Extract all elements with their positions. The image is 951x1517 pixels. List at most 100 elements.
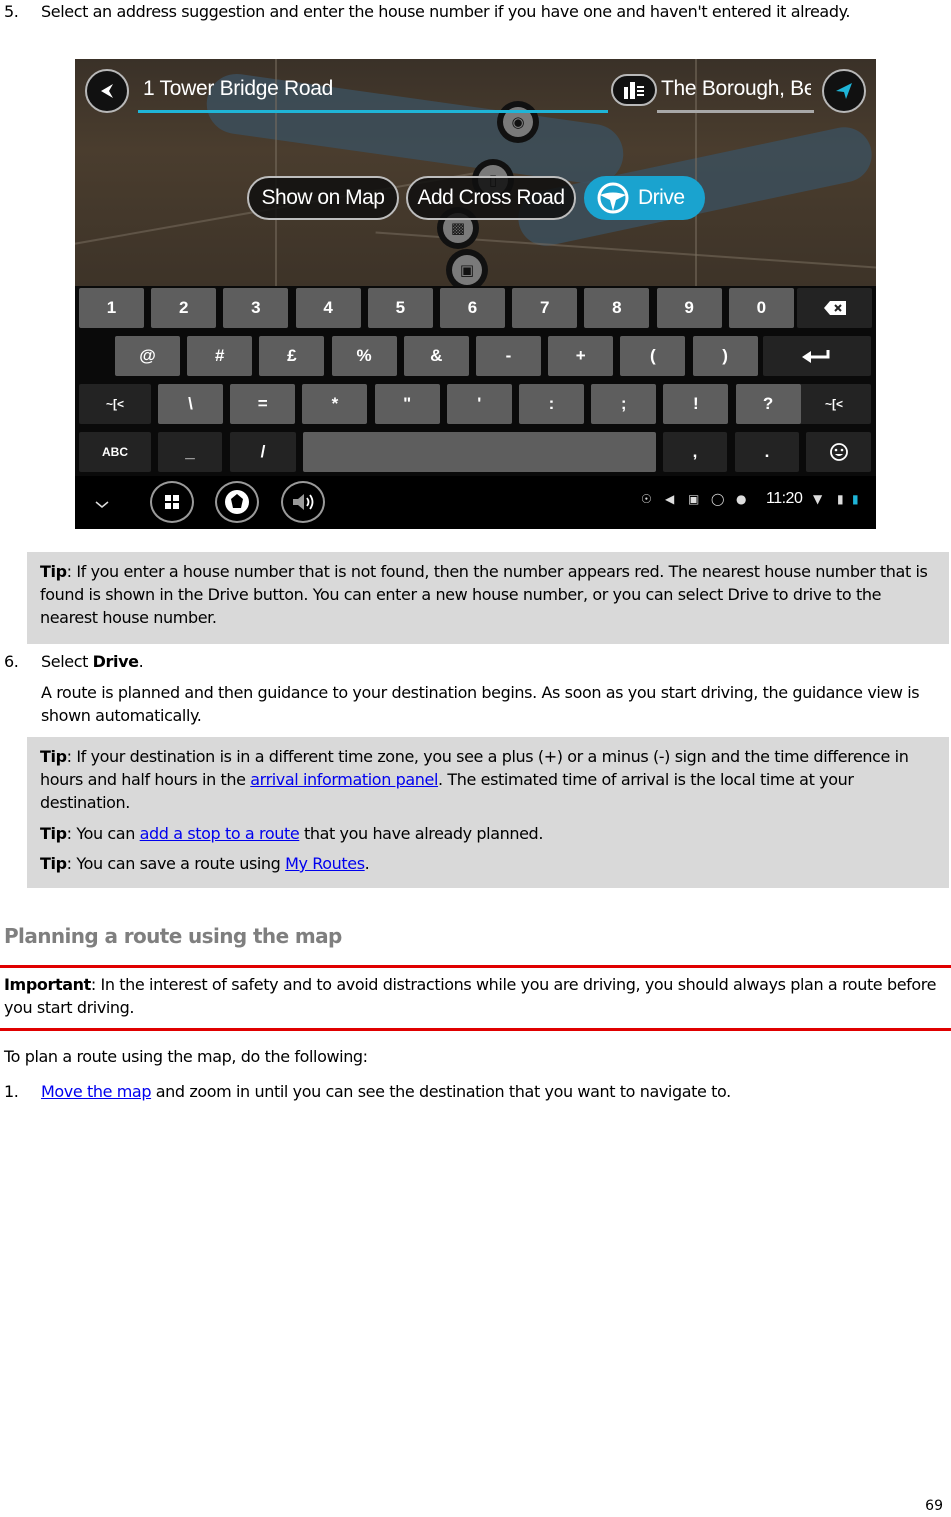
location-input[interactable]: The Borough, Be [661,77,811,101]
aperture-icon [225,490,249,514]
smiley-icon [829,443,848,461]
add-stop-to-route-link[interactable]: add a stop to a route [140,824,300,843]
location-type-button[interactable] [611,74,657,106]
back-arrow-icon [101,84,113,98]
key-symbol[interactable]: " [374,384,440,424]
key-3[interactable]: 4 [295,288,361,328]
hide-keyboard-button[interactable] [95,494,109,508]
abc-key[interactable]: ABC [79,432,151,472]
apps-button[interactable] [150,481,194,523]
comma-key[interactable]: , [663,432,727,472]
key-5[interactable]: 6 [440,288,505,328]
key-4[interactable]: 5 [367,288,433,328]
navigation-arrow-icon [836,83,852,99]
wifi-icon: ▼ [813,492,823,506]
key-symbol[interactable]: - [476,336,541,376]
section-heading: Planning a route using the map [4,924,342,948]
step-text-bold: Drive [92,652,139,671]
key-symbol[interactable]: # [187,336,253,376]
key-symbol[interactable]: * [302,384,368,424]
key-2[interactable]: 3 [223,288,289,328]
tip-label: Tip [40,854,67,873]
symbol-toggle-key-right[interactable]: ~[< [797,384,871,424]
tip-label: Tip [40,824,67,843]
android-icon: ● [736,492,747,506]
key-1[interactable]: 2 [151,288,217,328]
enter-icon [802,350,830,363]
arrival-information-panel-link[interactable]: arrival information panel [250,770,438,789]
tip-add-stop: Tip: You can add a stop to a route that … [40,822,937,845]
slash-key[interactable]: / [230,432,296,472]
tip-my-routes: Tip: You can save a route using My Route… [40,852,937,875]
key-9[interactable]: 0 [728,288,794,328]
speaker-icon [293,494,314,510]
tip-text: . [364,854,370,873]
key-symbol[interactable]: ( [620,336,686,376]
current-location-button[interactable] [822,69,866,113]
step-number: 1. [4,1082,19,1101]
key-symbol[interactable]: @ [115,336,180,376]
android-nav-bar: ☉ ◀ ▣ ◯ ● 11:20 ▼ ▮ ▮ [75,476,876,529]
step-text: Select Drive. [41,650,949,673]
tip-house-number: Tip: If you enter a house number that is… [40,560,937,629]
important-label: Important [4,975,91,994]
tip-label: Tip [40,562,67,581]
on-screen-keyboard: ~[< ~[< ABC _ / , . 1 2 3 4 5 6 7 8 9 0 @ # £% & - +() \… [75,286,876,476]
step-text: Move the map and zoom in until you can s… [41,1080,949,1103]
gps-icon: ☉ [641,492,652,506]
important-top-rule [0,965,951,968]
show-on-map-button[interactable]: Show on Map [247,176,399,220]
step-text-suffix: . [138,652,144,671]
shopping-poi-pin[interactable]: ▣ [446,249,488,286]
step-text-body: and zoom in until you can see the destin… [151,1082,731,1101]
move-the-map-link[interactable]: Move the map [41,1082,151,1101]
key-symbol[interactable]: ! [663,384,729,424]
search-input[interactable]: 1 Tower Bridge Road [143,77,333,101]
key-symbol[interactable]: £ [259,336,325,376]
key-symbol[interactable]: ' [446,384,512,424]
volume-button[interactable] [281,481,325,523]
back-button[interactable] [85,69,129,113]
step-5: 5. Select an address suggestion and ente… [4,0,949,23]
key-7[interactable]: 8 [584,288,650,328]
key-symbol[interactable]: : [519,384,584,424]
my-routes-link[interactable]: My Routes [285,854,365,873]
city-icon [624,82,644,99]
intro-text: To plan a route using the map, do the fo… [4,1047,368,1066]
key-symbol[interactable]: ) [692,336,758,376]
key-symbol[interactable]: + [548,336,614,376]
tip-box: Tip: If your destination is in a differe… [27,737,949,888]
map-background: ◉ ▯ ▩ ▣ 1 Tower Bridge Road The Borough,… [75,59,876,286]
important-bottom-rule [0,1028,951,1031]
enter-key[interactable] [763,336,871,376]
key-0[interactable]: 1 [79,288,144,328]
camera-poi-pin[interactable]: ◉ [497,101,539,143]
key-symbol[interactable]: \ [158,384,223,424]
drive-button[interactable]: Drive [584,176,705,220]
key-symbol[interactable]: ? [735,384,801,424]
backspace-key[interactable] [797,288,872,328]
key-symbol[interactable]: = [230,384,296,424]
emoji-key[interactable] [806,432,871,472]
key-symbol[interactable]: % [331,336,397,376]
space-key[interactable] [303,432,656,472]
underscore-key[interactable]: _ [158,432,222,472]
tip-text: : You can [66,824,140,843]
key-6[interactable]: 7 [512,288,578,328]
symbol-toggle-key-left[interactable]: ~[< [79,384,151,424]
add-cross-road-button[interactable]: Add Cross Road [406,176,576,220]
image-icon: ▣ [688,492,700,506]
location-input-underline [657,110,814,113]
key-symbol[interactable]: & [403,336,469,376]
sync-icon: ◯ [711,492,725,506]
navigation-status-icon: ◀ [665,492,675,506]
camera-shutter-button[interactable] [215,481,259,523]
grid-icon [165,495,179,509]
search-input-underline [138,110,608,113]
tip-box: Tip: If you enter a house number that is… [27,552,949,644]
period-key[interactable]: . [735,432,799,472]
page-number: 69 [925,1498,943,1514]
key-symbol[interactable]: ; [591,384,657,424]
backspace-icon [823,301,846,315]
key-8[interactable]: 9 [656,288,722,328]
